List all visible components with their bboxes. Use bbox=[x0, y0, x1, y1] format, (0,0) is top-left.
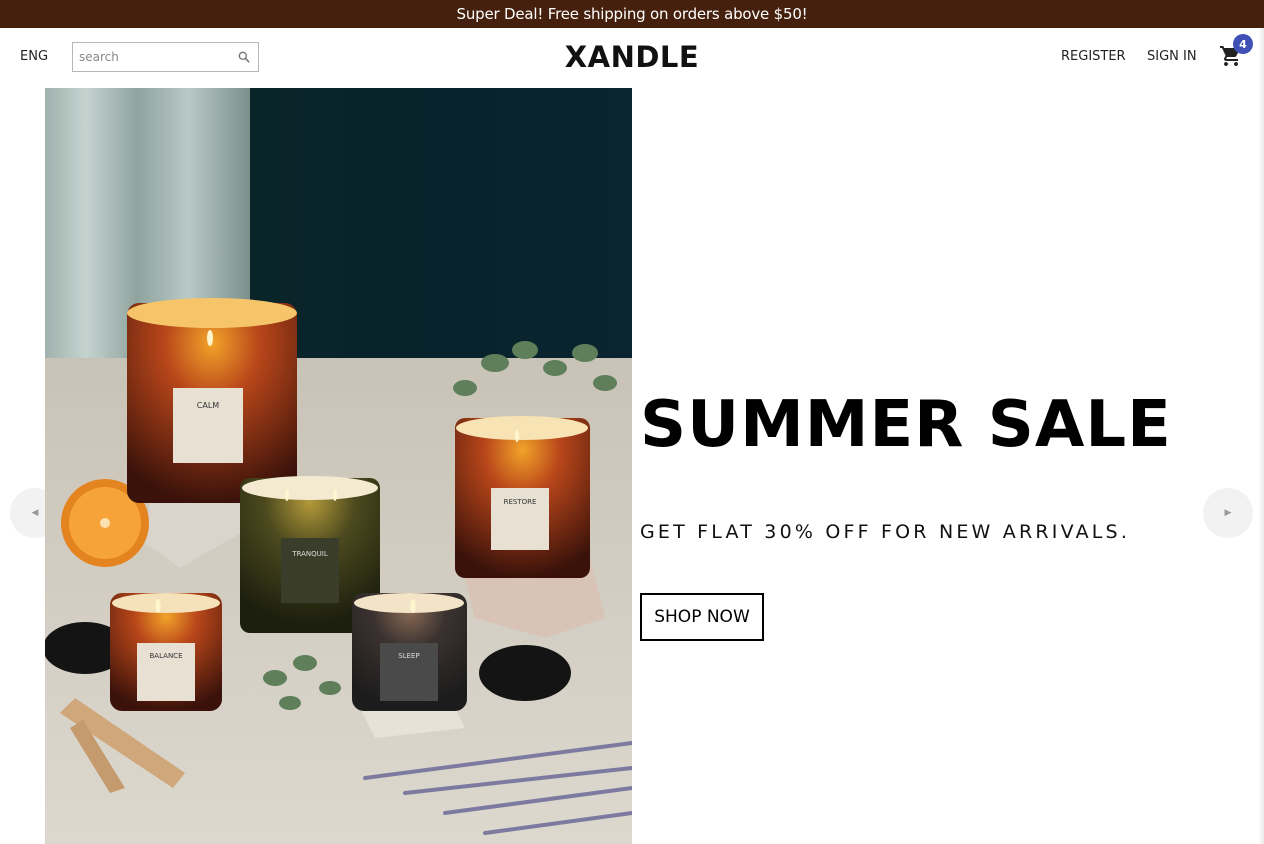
promo-text: Super Deal! Free shipping on orders abov… bbox=[456, 5, 808, 23]
promo-bar: Super Deal! Free shipping on orders abov… bbox=[0, 0, 1264, 28]
chevron-right-icon: ▶ bbox=[1224, 508, 1232, 518]
hero-subtitle: GET FLAT 30% OFF FOR NEW ARRIVALS. bbox=[640, 521, 1131, 543]
hero-title: SUMMER SALE bbox=[640, 388, 1172, 462]
search-icon[interactable] bbox=[237, 50, 251, 64]
cart-count-badge: 4 bbox=[1233, 34, 1253, 54]
search-box bbox=[72, 42, 259, 72]
search-input[interactable] bbox=[79, 44, 229, 70]
candle-label-restore: RESTORE bbox=[504, 498, 537, 506]
candle-label-tranquil: TRANQUIL bbox=[291, 550, 328, 558]
candle-label-balance: BALANCE bbox=[150, 652, 183, 660]
navbar: ENG XANDLE REGISTER SIGN IN bbox=[0, 28, 1264, 88]
candles-photo: CALM RESTORE TRANQUIL BALANCE SLEEP bbox=[45, 88, 632, 844]
hero-slider: ◀ CALM RESTORE TRANQUIL BALANCE SLEEP SU… bbox=[0, 88, 1264, 844]
candle-label-calm: CALM bbox=[197, 401, 220, 410]
shop-now-button[interactable]: SHOP NOW bbox=[640, 593, 764, 641]
signin-link[interactable]: SIGN IN bbox=[1147, 49, 1197, 64]
hero-text: SUMMER SALE GET FLAT 30% OFF FOR NEW ARR… bbox=[640, 88, 1200, 844]
language-selector[interactable]: ENG bbox=[20, 49, 48, 64]
register-link[interactable]: REGISTER bbox=[1061, 49, 1126, 64]
site-logo[interactable]: XANDLE bbox=[565, 40, 699, 74]
slider-next-button[interactable]: ▶ bbox=[1203, 488, 1253, 538]
hero-image: CALM RESTORE TRANQUIL BALANCE SLEEP bbox=[45, 88, 632, 844]
chevron-left-icon: ◀ bbox=[31, 508, 39, 518]
candle-label-sleep: SLEEP bbox=[398, 652, 419, 660]
